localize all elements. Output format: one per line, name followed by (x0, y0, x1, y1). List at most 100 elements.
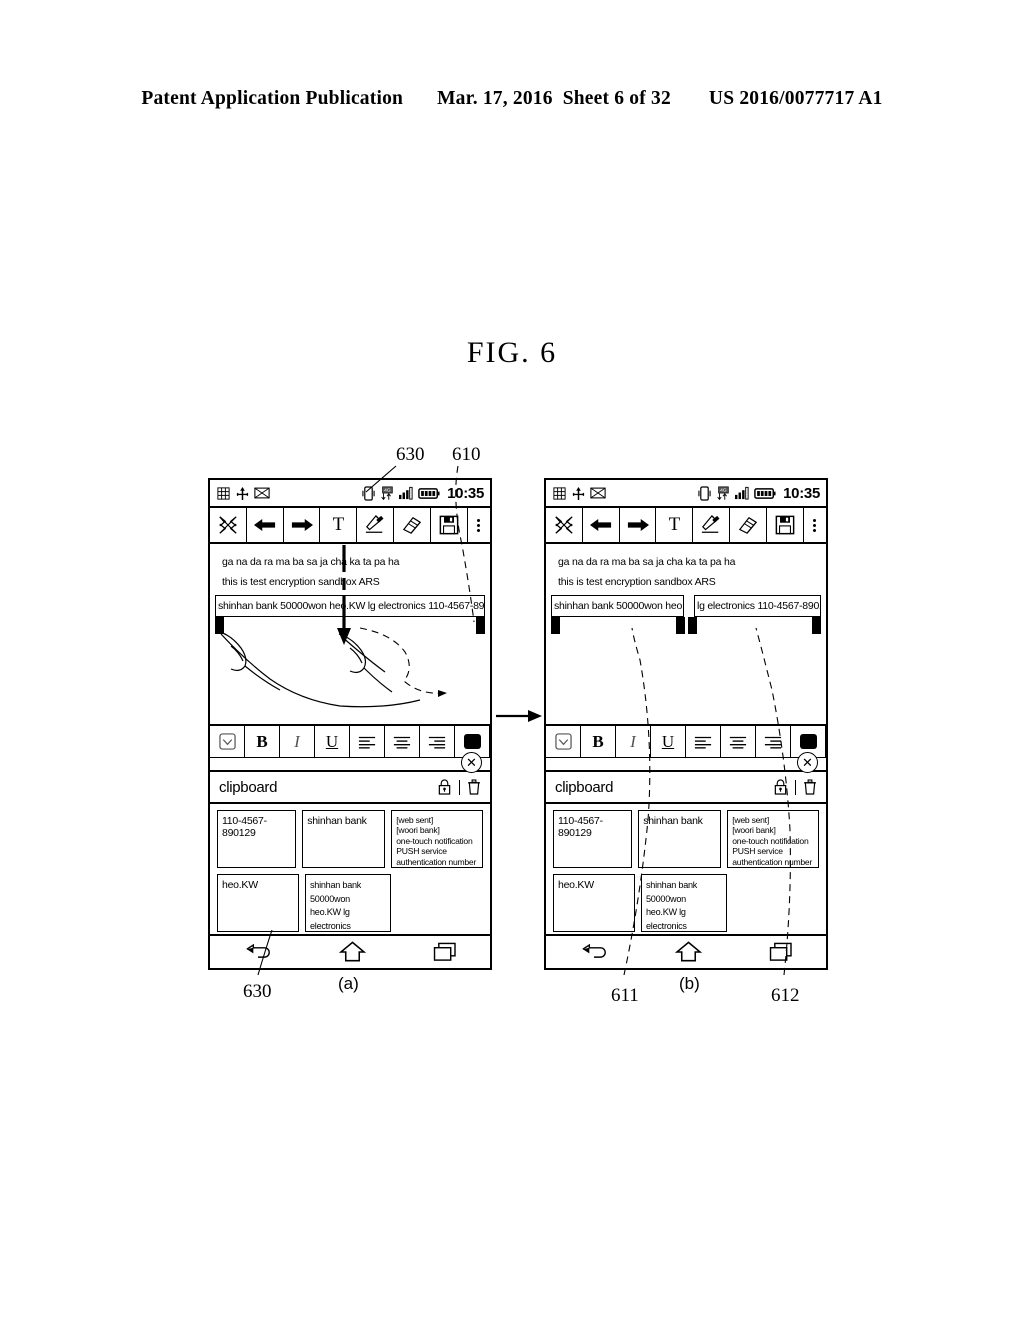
signal-icon (399, 486, 413, 500)
selected-text-part-2[interactable]: lg electronics 110-4567-890129 610 (694, 595, 821, 617)
align-left-button[interactable] (686, 726, 721, 757)
save-icon[interactable] (431, 508, 468, 542)
underline-button[interactable]: U (651, 726, 686, 757)
clipboard-item[interactable]: 110-4567-890129 (553, 810, 633, 868)
align-right-button[interactable] (420, 726, 455, 757)
format-bar-a: B I U ✕ (210, 724, 490, 773)
editor-line-2: this is test encryption sandbox ARS (558, 576, 716, 588)
color-swatch (463, 734, 481, 749)
selection-handle-end-2[interactable] (812, 617, 821, 634)
clipboard-item-line: one-touch notification (396, 835, 473, 846)
text-tool[interactable]: T (656, 508, 694, 542)
clipboard-item-line: PUSH service (396, 846, 447, 857)
clipboard-row: heo.KW shinhan bank 50000won heo.KW lg e… (217, 874, 483, 932)
clipboard-item-line: [woori bank] (732, 825, 776, 836)
clipboard-item-line: one-touch notification (732, 835, 809, 846)
italic-button[interactable]: I (616, 726, 651, 757)
clipboard-item[interactable]: 110-4567-890129 (217, 810, 297, 868)
expand-icon[interactable] (546, 508, 583, 542)
bold-button[interactable]: B (245, 726, 280, 757)
editor-body-a[interactable]: ga na da ra ma ba sa ja cha ka ta pa ha … (210, 544, 490, 724)
format-spacer-a (210, 758, 490, 772)
clipboard-item[interactable]: [web sent] [woori bank] one-touch notifi… (391, 810, 483, 868)
clipboard-grid-a: 110-4567-890129 shinhan bank [web sent] … (210, 804, 490, 936)
bold-button[interactable]: B (581, 726, 616, 757)
clipboard-item[interactable]: shinhan bank 50000won heo.KW lg electron… (641, 874, 727, 932)
redo-arrow-icon[interactable] (620, 508, 657, 542)
eraser-icon[interactable] (730, 508, 767, 542)
selection-handle-start[interactable] (215, 617, 224, 634)
undo-arrow-icon[interactable] (583, 508, 620, 542)
align-center-button[interactable] (721, 726, 756, 757)
vibrate-icon (362, 485, 375, 501)
align-center-button[interactable] (385, 726, 420, 757)
recents-button[interactable] (769, 942, 793, 962)
italic-button[interactable]: I (280, 726, 315, 757)
clipboard-item[interactable]: shinhan bank (638, 810, 722, 868)
selection-handle-start-2[interactable] (688, 617, 697, 634)
panel-a-label: (a) (338, 974, 359, 993)
phone-screen-b: 4G 10:35 T ga na da ra ma ba sa ja cha k… (544, 478, 828, 970)
lock-icon[interactable] (437, 779, 452, 795)
clipboard-divider (458, 779, 460, 795)
selection-handle-end-1[interactable] (676, 617, 685, 634)
align-left-button[interactable] (350, 726, 385, 757)
underline-button[interactable]: U (315, 726, 350, 757)
redo-arrow-icon[interactable] (284, 508, 321, 542)
editor-toolbar-b: T (546, 508, 826, 544)
battery-icon (418, 487, 440, 499)
close-icon[interactable]: ✕ (461, 752, 482, 773)
clipboard-title: clipboard (219, 778, 278, 796)
envelope-icon (590, 487, 606, 499)
editor-line-1: ga na da ra ma ba sa ja cha ka ta pa ha (558, 556, 736, 568)
trash-icon[interactable] (803, 779, 817, 795)
save-icon[interactable] (767, 508, 804, 542)
overflow-menu-icon[interactable] (468, 508, 490, 542)
align-right-button[interactable] (756, 726, 791, 757)
status-bar-b: 4G 10:35 (546, 480, 826, 508)
lock-icon[interactable] (773, 779, 788, 795)
selected-text-full[interactable]: shinhan bank 50000won heo.KW lg electron… (215, 595, 485, 617)
pen-tool-icon[interactable] (357, 508, 395, 542)
back-button[interactable] (244, 943, 272, 961)
selection-handle-start-1[interactable] (551, 617, 560, 634)
checkbox-dropdown-icon[interactable] (210, 726, 245, 757)
recents-button[interactable] (433, 942, 457, 962)
undo-arrow-icon[interactable] (247, 508, 284, 542)
close-icon[interactable]: ✕ (797, 752, 818, 773)
clipboard-item[interactable]: heo.KW (217, 874, 299, 932)
clipboard-item-line: [woori bank] (396, 825, 440, 836)
clipboard-row: 110-4567-890129 shinhan bank [web sent] … (217, 810, 483, 868)
clipboard-item-line: authentication number (732, 856, 813, 867)
trash-icon[interactable] (467, 779, 481, 795)
eraser-icon[interactable] (394, 508, 431, 542)
expand-icon[interactable] (210, 508, 247, 542)
home-button[interactable] (674, 941, 702, 963)
clipboard-row: 110-4567-890129 shinhan bank [web sent] … (553, 810, 819, 868)
svg-text:4G: 4G (720, 487, 727, 493)
clipboard-grid-b: 110-4567-890129 shinhan bank [web sent] … (546, 804, 826, 936)
back-button[interactable] (580, 943, 608, 961)
text-tool[interactable]: T (320, 508, 358, 542)
color-swatch (799, 734, 817, 749)
panel-b-label: (b) (679, 974, 700, 993)
status-time: 10:35 (447, 484, 484, 502)
pen-tool-icon[interactable] (693, 508, 731, 542)
selection-handle-end[interactable] (476, 617, 485, 634)
selected-text-part-1[interactable]: shinhan bank 50000won heo.KW (551, 595, 684, 617)
clipboard-item-line: authentication number (396, 856, 477, 867)
clipboard-item[interactable]: heo.KW (553, 874, 635, 932)
ref-630-bottom: 630 (243, 981, 272, 1002)
clipboard-item[interactable]: shinhan bank 50000won heo.KW lg electron… (305, 874, 391, 932)
checkbox-dropdown-icon[interactable] (546, 726, 581, 757)
status-time: 10:35 (783, 484, 820, 502)
clipboard-item[interactable]: shinhan bank (302, 810, 386, 868)
usb-icon (236, 486, 249, 500)
clipboard-item-line: [web sent] (732, 815, 769, 825)
overflow-menu-icon[interactable] (804, 508, 826, 542)
clipboard-item-line: shinhan bank 50000won (310, 880, 362, 904)
editor-body-b[interactable]: ga na da ra ma ba sa ja cha ka ta pa ha … (546, 544, 826, 724)
home-button[interactable] (338, 941, 366, 963)
clipboard-item[interactable]: [web sent] [woori bank] one-touch notifi… (727, 810, 819, 868)
ref-610-top: 610 (452, 444, 481, 465)
